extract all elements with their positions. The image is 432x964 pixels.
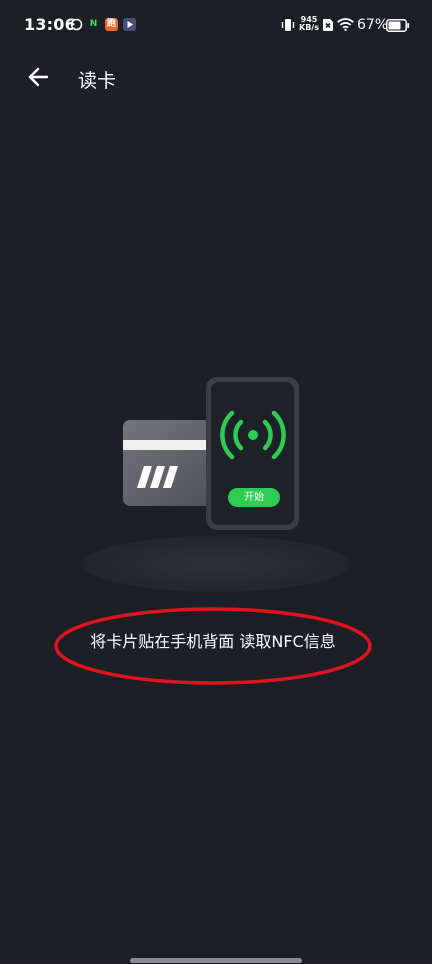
orange-app-icon: 跑 xyxy=(105,18,118,31)
page-title: 读卡 xyxy=(78,70,117,92)
back-button[interactable] xyxy=(22,62,56,92)
instruction-area: 将卡片贴在手机背面 读取NFC信息 xyxy=(53,606,373,686)
floor-shadow xyxy=(83,536,349,592)
instruction-text: 将卡片贴在手机背面 读取NFC信息 xyxy=(90,632,336,651)
arrow-left-icon xyxy=(28,67,49,87)
status-time: 13:06 xyxy=(24,15,76,34)
network-speed: 945 KB/s xyxy=(299,16,319,32)
sync-icon xyxy=(70,18,83,31)
phone-graphic xyxy=(206,377,299,530)
start-button-label: 开始 xyxy=(244,492,264,503)
speed-unit: KB/s xyxy=(299,23,319,32)
status-bar: 13:06 N 跑 945 KB/s 67% xyxy=(0,0,432,52)
nav-bar: 读卡 xyxy=(0,52,432,104)
battery-icon xyxy=(386,19,410,32)
wifi-icon xyxy=(337,18,354,31)
no-sim-icon xyxy=(323,19,333,31)
start-button[interactable]: 开始 xyxy=(228,488,280,507)
home-indicator[interactable] xyxy=(130,958,302,963)
nfc-illustration: 开始 xyxy=(80,370,352,596)
battery-percent: 67% xyxy=(357,17,389,33)
play-app-icon xyxy=(123,18,136,31)
n-app-icon: N xyxy=(87,18,100,31)
vibrate-icon xyxy=(281,19,295,31)
nfc-illustration-graphic xyxy=(83,377,349,592)
